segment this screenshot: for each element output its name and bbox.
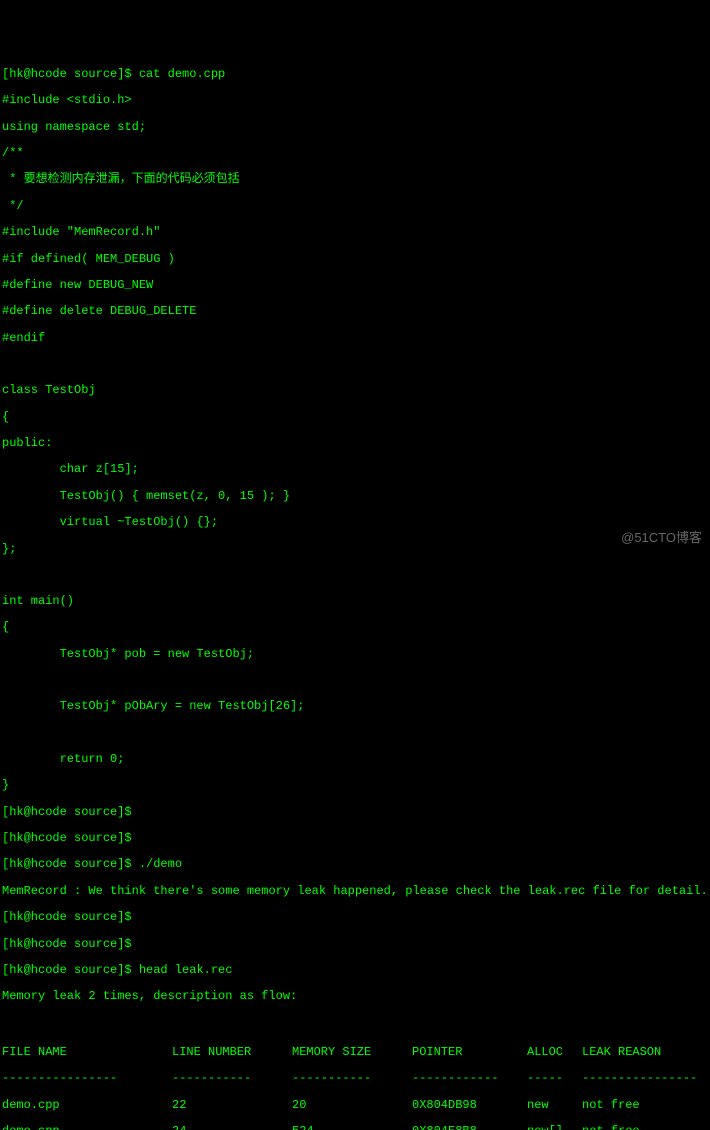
- code-line: char z[15];: [2, 463, 708, 476]
- code-line: };: [2, 543, 708, 556]
- code-line: TestObj* pob = new TestObj;: [2, 648, 708, 661]
- sep: ----------------: [2, 1072, 172, 1085]
- prompt-line: [hk@hcode source]$: [2, 832, 708, 845]
- cell-reason: not free: [582, 1099, 708, 1112]
- output-line: MemRecord : We think there's some memory…: [2, 885, 708, 898]
- code-line: [2, 674, 708, 687]
- prompt-line: [hk@hcode source]$ head leak.rec: [2, 964, 708, 977]
- cell-alloc: new[]: [527, 1125, 582, 1130]
- code-line: TestObj* pObAry = new TestObj[26];: [2, 700, 708, 713]
- command-head: head leak.rec: [139, 963, 233, 977]
- watermark-text: @51CTO博客: [621, 531, 702, 545]
- prompt: [hk@hcode source]$: [2, 963, 132, 977]
- cell-file: demo.cpp: [2, 1125, 172, 1130]
- sep: -----------: [172, 1072, 292, 1085]
- cell-line: 24: [172, 1125, 292, 1130]
- terminal-output: [hk@hcode source]$ cat demo.cpp #include…: [2, 55, 708, 1130]
- table-row: demo.cpp245240X804E8B8new[]not free: [2, 1125, 708, 1130]
- code-line: [2, 569, 708, 582]
- code-line: #if defined( MEM_DEBUG ): [2, 253, 708, 266]
- code-line: }: [2, 779, 708, 792]
- table-separator-row: ----------------------------------------…: [2, 1072, 708, 1085]
- code-line: virtual ~TestObj() {};: [2, 516, 708, 529]
- header-alloc: ALLOC: [527, 1046, 582, 1059]
- prompt-line: [hk@hcode source]$: [2, 806, 708, 819]
- header-ptr: POINTER: [412, 1046, 527, 1059]
- code-line: class TestObj: [2, 384, 708, 397]
- header-reason: LEAK REASON: [582, 1046, 708, 1059]
- cell-reason: not free: [582, 1125, 708, 1130]
- header-file: FILE NAME: [2, 1046, 172, 1059]
- prompt-line: [hk@hcode source]$ cat demo.cpp: [2, 68, 708, 81]
- code-line: #include <stdio.h>: [2, 94, 708, 107]
- prompt-line: [hk@hcode source]$: [2, 911, 708, 924]
- sep: ----------------: [582, 1072, 708, 1085]
- prompt-line: [hk@hcode source]$ ./demo: [2, 858, 708, 871]
- cell-mem: 524: [292, 1125, 412, 1130]
- prompt: [hk@hcode source]$: [2, 857, 132, 871]
- cell-ptr: 0X804E8B8: [412, 1125, 527, 1130]
- code-line: [2, 727, 708, 740]
- table-row: demo.cpp22200X804DB98newnot free: [2, 1099, 708, 1112]
- header-mem: MEMORY SIZE: [292, 1046, 412, 1059]
- code-line: #endif: [2, 332, 708, 345]
- cell-line: 22: [172, 1099, 292, 1112]
- sep: -----------: [292, 1072, 412, 1085]
- code-line: int main(): [2, 595, 708, 608]
- command-cat: cat demo.cpp: [139, 67, 225, 81]
- cell-mem: 20: [292, 1099, 412, 1112]
- cell-alloc: new: [527, 1099, 582, 1112]
- code-line: TestObj() { memset(z, 0, 15 ); }: [2, 490, 708, 503]
- table-header-row: FILE NAMELINE NUMBERMEMORY SIZEPOINTERAL…: [2, 1046, 708, 1059]
- code-line: #include "MemRecord.h": [2, 226, 708, 239]
- sep: ------------: [412, 1072, 527, 1085]
- blank-line: [2, 1017, 708, 1030]
- code-line: #define new DEBUG_NEW: [2, 279, 708, 292]
- code-line: #define delete DEBUG_DELETE: [2, 305, 708, 318]
- prompt: [hk@hcode source]$: [2, 67, 132, 81]
- header-line: LINE NUMBER: [172, 1046, 292, 1059]
- code-line: return 0;: [2, 753, 708, 766]
- cell-ptr: 0X804DB98: [412, 1099, 527, 1112]
- code-line: [2, 358, 708, 371]
- cell-file: demo.cpp: [2, 1099, 172, 1112]
- code-line: {: [2, 621, 708, 634]
- sep: -----: [527, 1072, 582, 1085]
- command-run: ./demo: [139, 857, 182, 871]
- prompt-line: [hk@hcode source]$: [2, 938, 708, 951]
- code-line: using namespace std;: [2, 121, 708, 134]
- code-line: {: [2, 411, 708, 424]
- code-line: * 要想检测内存泄漏，下面的代码必须包括: [2, 173, 708, 186]
- output-line: Memory leak 2 times, description as flow…: [2, 990, 708, 1003]
- code-line: */: [2, 200, 708, 213]
- code-line: /**: [2, 147, 708, 160]
- code-line: public:: [2, 437, 708, 450]
